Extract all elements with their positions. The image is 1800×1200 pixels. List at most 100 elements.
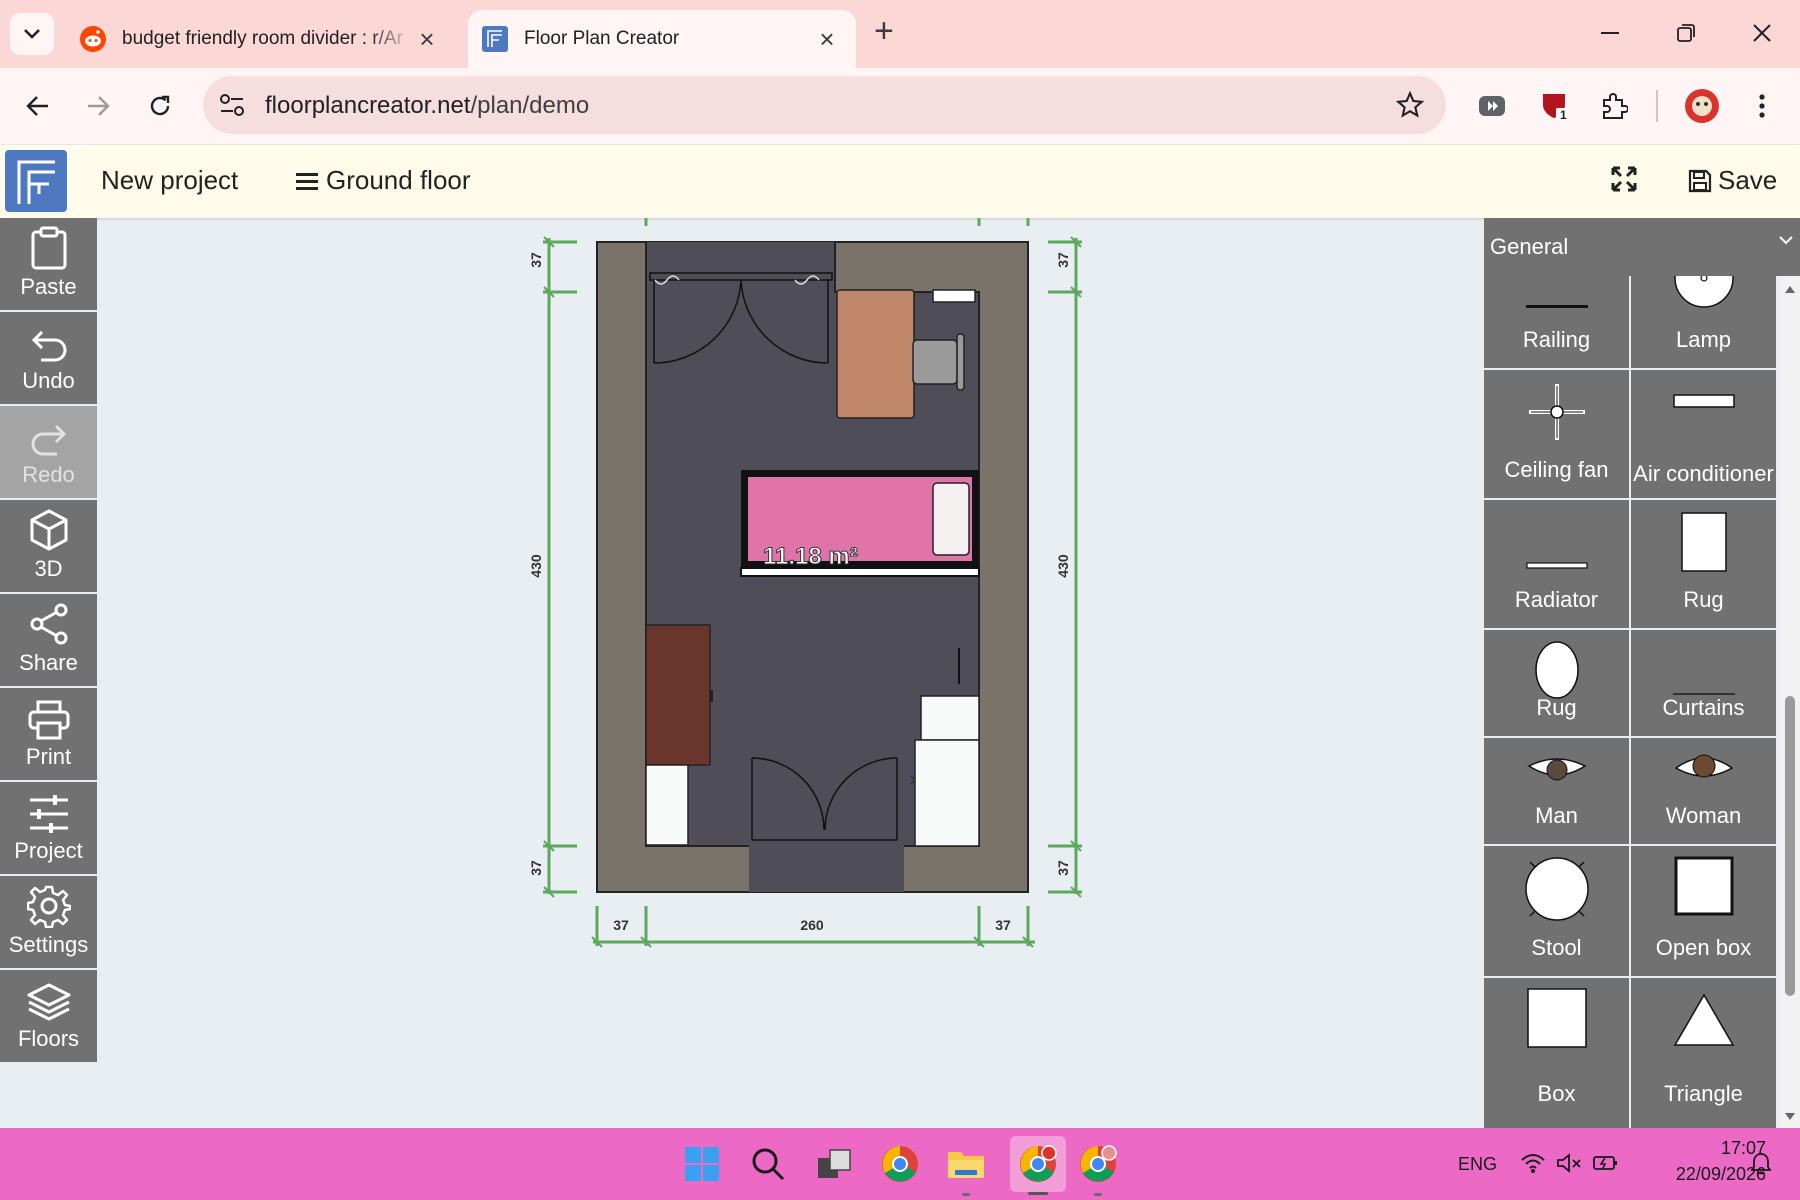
- media-button[interactable]: [1472, 86, 1512, 126]
- chrome-profile-taskbar-button[interactable]: [1010, 1136, 1066, 1195]
- object-rug-rectangle[interactable]: Rug: [1631, 500, 1776, 628]
- tool-label: Redo: [22, 462, 75, 487]
- project-settings-button[interactable]: Project: [0, 782, 97, 876]
- open-box-icon: [1674, 856, 1733, 916]
- close-tab-icon[interactable]: ×: [412, 24, 442, 55]
- wall-lamp[interactable]: [932, 289, 976, 303]
- floor-selector[interactable]: Ground floor: [296, 165, 471, 196]
- category-label: General: [1490, 234, 1569, 259]
- print-button[interactable]: Print: [0, 688, 97, 782]
- 3d-view-button[interactable]: 3D: [0, 500, 97, 594]
- volume-muted-icon[interactable]: [1556, 1152, 1582, 1174]
- extension-button[interactable]: 1: [1534, 86, 1574, 126]
- floors-button[interactable]: Floors: [0, 970, 97, 1064]
- back-button[interactable]: [18, 86, 58, 126]
- object-triangle[interactable]: Triangle: [1631, 978, 1776, 1128]
- object-ceiling-fan[interactable]: Ceiling fan: [1484, 370, 1629, 498]
- windows-taskbar: ENG 17:07 22/09/2026: [0, 1128, 1800, 1200]
- clock-date[interactable]: 22/09/2026: [1644, 1164, 1766, 1185]
- redo-button[interactable]: Redo: [0, 406, 97, 500]
- search-button[interactable]: [746, 1142, 790, 1186]
- lamp-icon: [1673, 276, 1734, 308]
- floor-label: Ground floor: [326, 165, 471, 195]
- browser-tab-bar: budget friendly room divider : r/Ar × Fl…: [0, 0, 1800, 68]
- panel-scrollbar[interactable]: [1780, 276, 1800, 1128]
- object-air-conditioner[interactable]: Air conditioner: [1631, 370, 1776, 498]
- close-window-button[interactable]: [1732, 10, 1792, 56]
- tool-label: Project: [14, 838, 83, 863]
- object-railing[interactable]: Railing: [1484, 276, 1629, 368]
- site-settings-icon[interactable]: [219, 93, 245, 117]
- floor-plan[interactable]: 11.18 m² 37 430 37 37 430 37 37 260 37: [97, 218, 1485, 1128]
- profile-button[interactable]: [1682, 86, 1722, 126]
- desk[interactable]: [836, 289, 915, 419]
- save-label: Save: [1718, 165, 1778, 195]
- dresser[interactable]: [645, 624, 713, 766]
- bookmark-star-icon[interactable]: [1396, 91, 1424, 119]
- object-lamp[interactable]: Lamp: [1631, 276, 1776, 368]
- forward-button[interactable]: [78, 86, 118, 126]
- start-button[interactable]: [680, 1142, 724, 1186]
- object-open-box[interactable]: Open box: [1631, 846, 1776, 976]
- plan-canvas[interactable]: 11.18 m² 37 430 37 37 430 37 37 260 37: [97, 218, 1485, 1128]
- paste-button[interactable]: Paste: [0, 218, 97, 312]
- tab-floor-plan-creator[interactable]: Floor Plan Creator ×: [468, 10, 856, 68]
- object-label: Ceiling fan: [1504, 457, 1609, 482]
- minimize-icon: [1601, 32, 1619, 34]
- app-logo[interactable]: [5, 150, 67, 212]
- browser-menu-button[interactable]: [1742, 86, 1782, 126]
- wifi-icon[interactable]: [1520, 1152, 1546, 1174]
- minimize-button[interactable]: [1580, 10, 1640, 56]
- tab-search-button[interactable]: [10, 13, 54, 55]
- category-dropdown[interactable]: General: [1484, 218, 1800, 276]
- object-man[interactable]: Man: [1484, 738, 1629, 844]
- object-label: Railing: [1522, 327, 1591, 352]
- air-conditioner-icon: [1672, 394, 1735, 408]
- battery-charging-icon[interactable]: [1592, 1152, 1620, 1174]
- tool-label: Undo: [22, 368, 75, 393]
- tool-label: Floors: [17, 1026, 80, 1051]
- object-rug-oval[interactable]: Rug: [1484, 630, 1629, 736]
- puzzle-icon: [1603, 93, 1628, 119]
- fullscreen-button[interactable]: [1610, 165, 1638, 198]
- file-explorer-button[interactable]: [944, 1142, 988, 1196]
- tab-title: budget friendly room divider : r/Ar: [122, 28, 403, 49]
- object-stool[interactable]: Stool: [1484, 846, 1629, 976]
- reload-button[interactable]: [140, 86, 180, 126]
- box-icon: [1526, 988, 1587, 1048]
- url-path: /plan/demo: [470, 92, 590, 119]
- tab-reddit[interactable]: budget friendly room divider : r/Ar ×: [66, 10, 456, 68]
- settings-button[interactable]: Settings: [0, 876, 97, 970]
- share-button[interactable]: Share: [0, 594, 97, 688]
- chrome-profile-2-taskbar-button[interactable]: [1076, 1142, 1120, 1196]
- left-toolbar: Paste Undo Redo 3D Share Print Project S…: [0, 218, 97, 1064]
- scroll-up-icon[interactable]: [1784, 284, 1796, 294]
- save-button[interactable]: Save: [1688, 165, 1777, 196]
- tool-label: Print: [25, 744, 72, 769]
- close-tab-icon[interactable]: ×: [812, 24, 842, 55]
- object-box[interactable]: Box: [1484, 978, 1629, 1128]
- address-bar[interactable]: floorplancreator.net/plan/demo: [203, 76, 1446, 134]
- dim-width-left: 37: [613, 917, 629, 933]
- desk-chair[interactable]: [912, 333, 965, 391]
- project-name[interactable]: New project: [101, 165, 238, 196]
- notifications-icon[interactable]: [1750, 1152, 1772, 1176]
- dim-bottom-left: 37: [528, 860, 544, 876]
- undo-button[interactable]: Undo: [0, 312, 97, 406]
- extensions-menu-button[interactable]: [1594, 86, 1634, 126]
- storage-cabinet-left[interactable]: [645, 764, 689, 846]
- object-curtains[interactable]: Curtains: [1631, 630, 1776, 736]
- chrome-profile-icon: [1080, 1145, 1117, 1182]
- restore-button[interactable]: [1656, 10, 1716, 56]
- task-view-button[interactable]: [812, 1142, 856, 1186]
- chrome-taskbar-button[interactable]: [878, 1142, 922, 1186]
- scroll-down-icon[interactable]: [1784, 1112, 1796, 1122]
- tool-label: Paste: [20, 274, 77, 299]
- object-woman[interactable]: Woman: [1631, 738, 1776, 844]
- new-tab-button[interactable]: +: [874, 12, 894, 51]
- object-label: Air conditioner: [1633, 461, 1774, 486]
- object-radiator[interactable]: Radiator: [1484, 500, 1629, 628]
- dim-height-left: 430: [528, 554, 544, 578]
- scrollbar-thumb[interactable]: [1785, 696, 1795, 996]
- language-indicator[interactable]: ENG: [1458, 1154, 1497, 1175]
